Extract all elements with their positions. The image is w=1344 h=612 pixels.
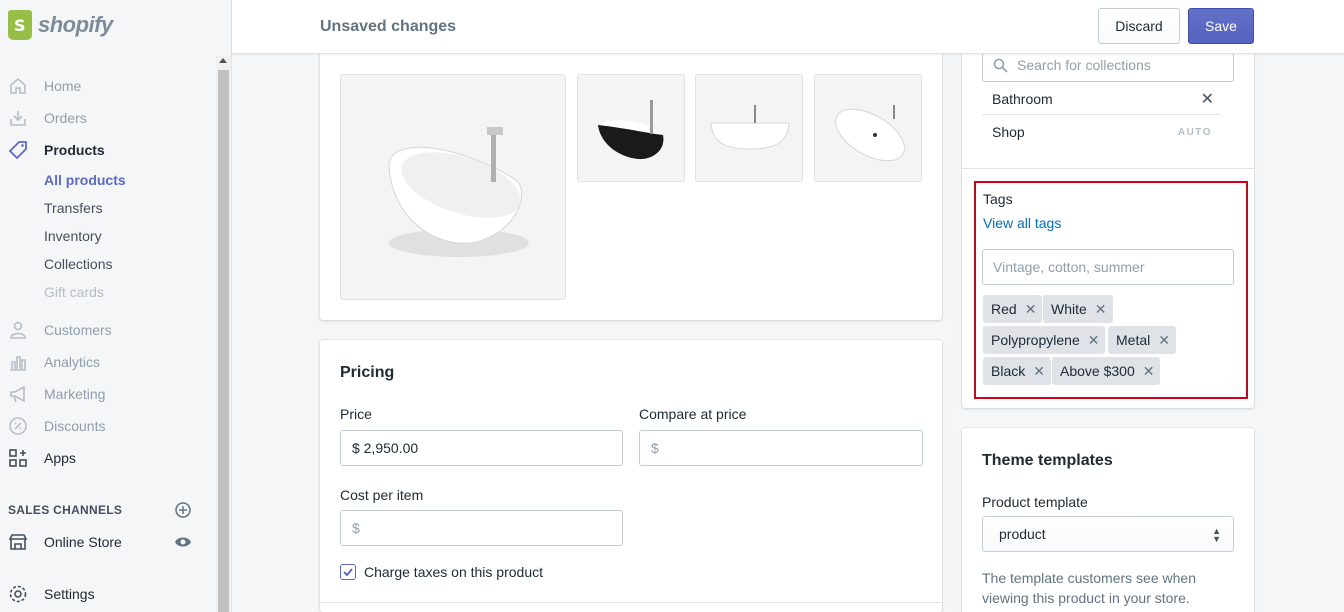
collection-item: Shop AUTO <box>982 116 1220 148</box>
sidebar-scroll-thumb[interactable] <box>218 70 229 612</box>
section-divider <box>962 168 1254 169</box>
product-template-value: product <box>999 526 1046 542</box>
brand-name: shopify <box>38 12 113 37</box>
product-template-label: Product template <box>982 494 1088 510</box>
nav-item-settings[interactable]: Settings <box>0 580 216 608</box>
sidebar: shopify Home Orders Products All product… <box>0 0 232 612</box>
tags-highlight-box <box>974 181 1248 399</box>
apps-icon <box>8 448 28 468</box>
product-image-thumb[interactable] <box>577 74 685 182</box>
nav-item-discounts[interactable]: Discounts <box>0 412 216 440</box>
save-button[interactable]: Save <box>1188 8 1254 44</box>
unsaved-changes-label: Unsaved changes <box>320 18 457 35</box>
nav-item-analytics[interactable]: Analytics <box>0 348 216 376</box>
price-label: Price <box>340 406 372 422</box>
cost-per-item-input[interactable]: $ <box>340 510 623 546</box>
discard-button[interactable]: Discard <box>1098 8 1180 44</box>
product-image-thumb[interactable] <box>814 74 922 182</box>
compare-at-price-label: Compare at price <box>639 406 747 422</box>
add-channel-icon[interactable] <box>174 501 192 522</box>
nav-item-products[interactable]: Products <box>0 136 216 164</box>
megaphone-icon <box>8 384 28 404</box>
checkmark-icon <box>343 568 353 577</box>
product-template-select[interactable]: product ▲ ▼ <box>982 516 1234 552</box>
search-icon <box>993 58 1008 76</box>
product-image-main[interactable] <box>340 74 566 300</box>
charge-taxes-checkbox[interactable] <box>340 564 356 580</box>
sidebar-item-transfers[interactable]: Transfers <box>44 200 103 216</box>
remove-collection-icon[interactable]: ✕ <box>1201 89 1214 109</box>
gear-icon <box>8 584 28 604</box>
nav-item-home[interactable]: Home <box>0 72 216 100</box>
nav-item-apps[interactable]: Apps <box>0 444 216 472</box>
tag-icon <box>8 140 28 160</box>
pricing-title: Pricing <box>340 364 395 381</box>
view-store-eye-icon[interactable] <box>174 534 192 553</box>
discount-icon <box>8 416 28 436</box>
compare-at-price-input[interactable]: $ <box>639 430 923 466</box>
contextual-save-bar: Unsaved changes Discard Save <box>232 0 1344 54</box>
template-help-text: The template customers see when viewing … <box>982 570 1196 606</box>
collection-name: Shop <box>992 124 1025 140</box>
theme-templates-card: Theme templates Product template product… <box>962 428 1254 612</box>
home-icon <box>8 76 28 96</box>
sales-channels-heading: SALES CHANNELS <box>8 503 123 517</box>
pricing-card: Pricing Price $ 2,950.00 Compare at pric… <box>320 340 942 612</box>
theme-templates-title: Theme templates <box>982 452 1113 469</box>
sidebar-item-inventory[interactable]: Inventory <box>44 228 102 244</box>
product-images-card <box>320 40 942 320</box>
charge-taxes-label: Charge taxes on this product <box>364 564 543 580</box>
analytics-icon <box>8 352 28 372</box>
nav-item-marketing[interactable]: Marketing <box>0 380 216 408</box>
page-scrollbar[interactable] <box>1332 0 1344 612</box>
store-icon <box>8 532 28 552</box>
product-image-thumb[interactable] <box>695 74 803 182</box>
collection-name: Bathroom <box>992 90 1053 107</box>
shopify-logo[interactable]: shopify <box>8 10 113 40</box>
select-arrows-icon: ▲ ▼ <box>1212 526 1221 544</box>
collections-search-placeholder: Search for collections <box>1017 57 1151 73</box>
collection-item: Bathroom ✕ <box>982 83 1220 115</box>
shopify-bag-icon <box>8 10 32 40</box>
sidebar-item-all-products[interactable]: All products <box>44 172 126 188</box>
sidebar-item-collections[interactable]: Collections <box>44 256 112 272</box>
nav-item-customers[interactable]: Customers <box>0 316 216 344</box>
price-input[interactable]: $ 2,950.00 <box>340 430 623 466</box>
auto-badge: AUTO <box>1177 126 1212 138</box>
cost-per-item-label: Cost per item <box>340 487 424 503</box>
customers-icon <box>8 320 28 340</box>
orders-icon <box>8 108 28 128</box>
nav-item-orders[interactable]: Orders <box>0 104 216 132</box>
sidebar-item-gift-cards[interactable]: Gift cards <box>44 284 104 300</box>
scroll-up-arrow-icon[interactable] <box>219 58 227 63</box>
card-section-divider <box>320 602 942 603</box>
